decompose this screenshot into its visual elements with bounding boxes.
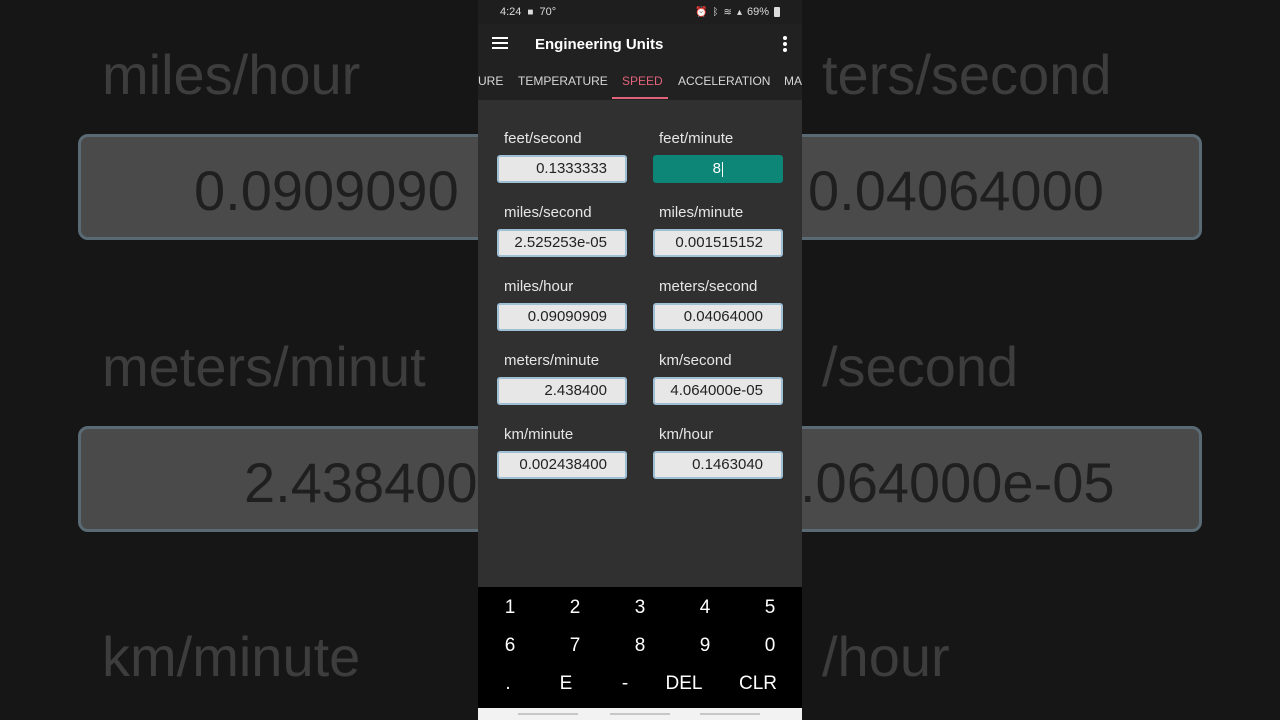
unit-category-tabs: URE TEMPERATURE SPEED ACCELERATION MA [478,66,802,100]
key-9[interactable]: 9 [680,635,730,657]
hamburger-menu-icon[interactable] [492,37,508,51]
key-7[interactable]: 7 [550,635,600,657]
input-miles-minute[interactable]: 0.001515152 [653,229,783,257]
status-left: 4:24 ■ 70° [500,6,556,18]
bg-label-km-minute: km/minute [102,625,361,688]
bg-label-meters-second: ters/second [822,43,1112,106]
alarm-icon: ⏰ [695,6,708,18]
nav-back-button[interactable] [700,713,760,715]
numeric-keypad: 1 2 3 4 5 6 7 8 9 0 . E - DEL CLR [478,587,802,708]
key-4[interactable]: 4 [680,597,730,619]
bluetooth-icon: ᛒ [712,6,719,18]
status-bar: 4:24 ■ 70° ⏰ ᛒ ≋ ▴ 69% [478,0,802,24]
app-title: Engineering Units [535,36,664,53]
input-feet-minute[interactable]: 8 [653,155,783,183]
label-km-minute: km/minute [504,426,574,443]
key-exponent[interactable]: E [541,673,591,695]
tab-speed[interactable]: SPEED [622,74,663,88]
nav-recents-button[interactable] [518,713,578,715]
label-km-hour: km/hour [659,426,714,443]
text-cursor [722,161,723,177]
bg-value-meters-minute: 2.438400 [244,451,478,514]
key-8[interactable]: 8 [615,635,665,657]
tab-mass[interactable]: MA [784,74,802,88]
key-2[interactable]: 2 [550,597,600,619]
key-1[interactable]: 1 [485,597,535,619]
label-feet-second: feet/second [504,130,582,147]
nav-home-button[interactable] [610,713,670,715]
bg-label-miles-hour: miles/hour [102,43,361,106]
label-feet-minute: feet/minute [659,130,734,147]
input-meters-minute[interactable]: 2.438400 [497,377,627,405]
wifi-icon: ≋ [723,6,732,18]
bg-label-km-hour: /hour [822,625,950,688]
key-6[interactable]: 6 [485,635,535,657]
bg-value-km-second: .064000e-05 [800,451,1115,514]
key-delete[interactable]: DEL [659,673,709,695]
label-meters-second: meters/second [659,278,758,295]
tab-temperature[interactable]: TEMPERATURE [518,74,608,88]
tab-pressure[interactable]: URE [478,74,503,88]
bg-value-miles-hour: 0.0909090 [194,159,459,222]
more-options-icon[interactable] [778,36,792,54]
key-0[interactable]: 0 [745,635,795,657]
input-feet-minute-value: 8 [712,160,721,177]
input-meters-second[interactable]: 0.04064000 [653,303,783,331]
bg-label-meters-minute: meters/minut [102,335,426,398]
input-km-minute[interactable]: 0.002438400 [497,451,627,479]
bg-label-km-second: /second [822,335,1019,398]
status-right: ⏰ ᛒ ≋ ▴ 69% [695,6,780,18]
key-3[interactable]: 3 [615,597,665,619]
key-decimal[interactable]: . [483,673,533,695]
key-clear[interactable]: CLR [733,673,783,695]
video-icon: ■ [527,6,534,18]
key-5[interactable]: 5 [745,597,795,619]
input-miles-second[interactable]: 2.525253e-05 [497,229,627,257]
app-bar: Engineering Units [478,24,802,66]
status-battery: 69% [746,6,769,18]
active-tab-indicator [612,97,668,99]
label-meters-minute: meters/minute [504,352,600,369]
key-minus[interactable]: - [600,673,650,695]
input-km-hour[interactable]: 0.1463040 [653,451,783,479]
input-feet-second[interactable]: 0.1333333 [497,155,627,183]
battery-icon [774,7,780,17]
system-navigation-bar [478,708,802,720]
label-km-second: km/second [659,352,732,369]
signal-icon: ▴ [736,6,742,18]
label-miles-second: miles/second [504,204,592,221]
status-temperature: 70° [539,6,557,18]
bg-value-meters-second: 0.04064000 [808,159,1104,222]
tab-acceleration[interactable]: ACCELERATION [678,74,770,88]
label-miles-hour: miles/hour [504,278,574,295]
status-time: 4:24 [500,6,522,18]
phone-screen: 4:24 ■ 70° ⏰ ᛒ ≋ ▴ 69% Engineering Units… [478,0,802,720]
input-km-second[interactable]: 4.064000e-05 [653,377,783,405]
input-miles-hour[interactable]: 0.09090909 [497,303,627,331]
label-miles-minute: miles/minute [659,204,744,221]
